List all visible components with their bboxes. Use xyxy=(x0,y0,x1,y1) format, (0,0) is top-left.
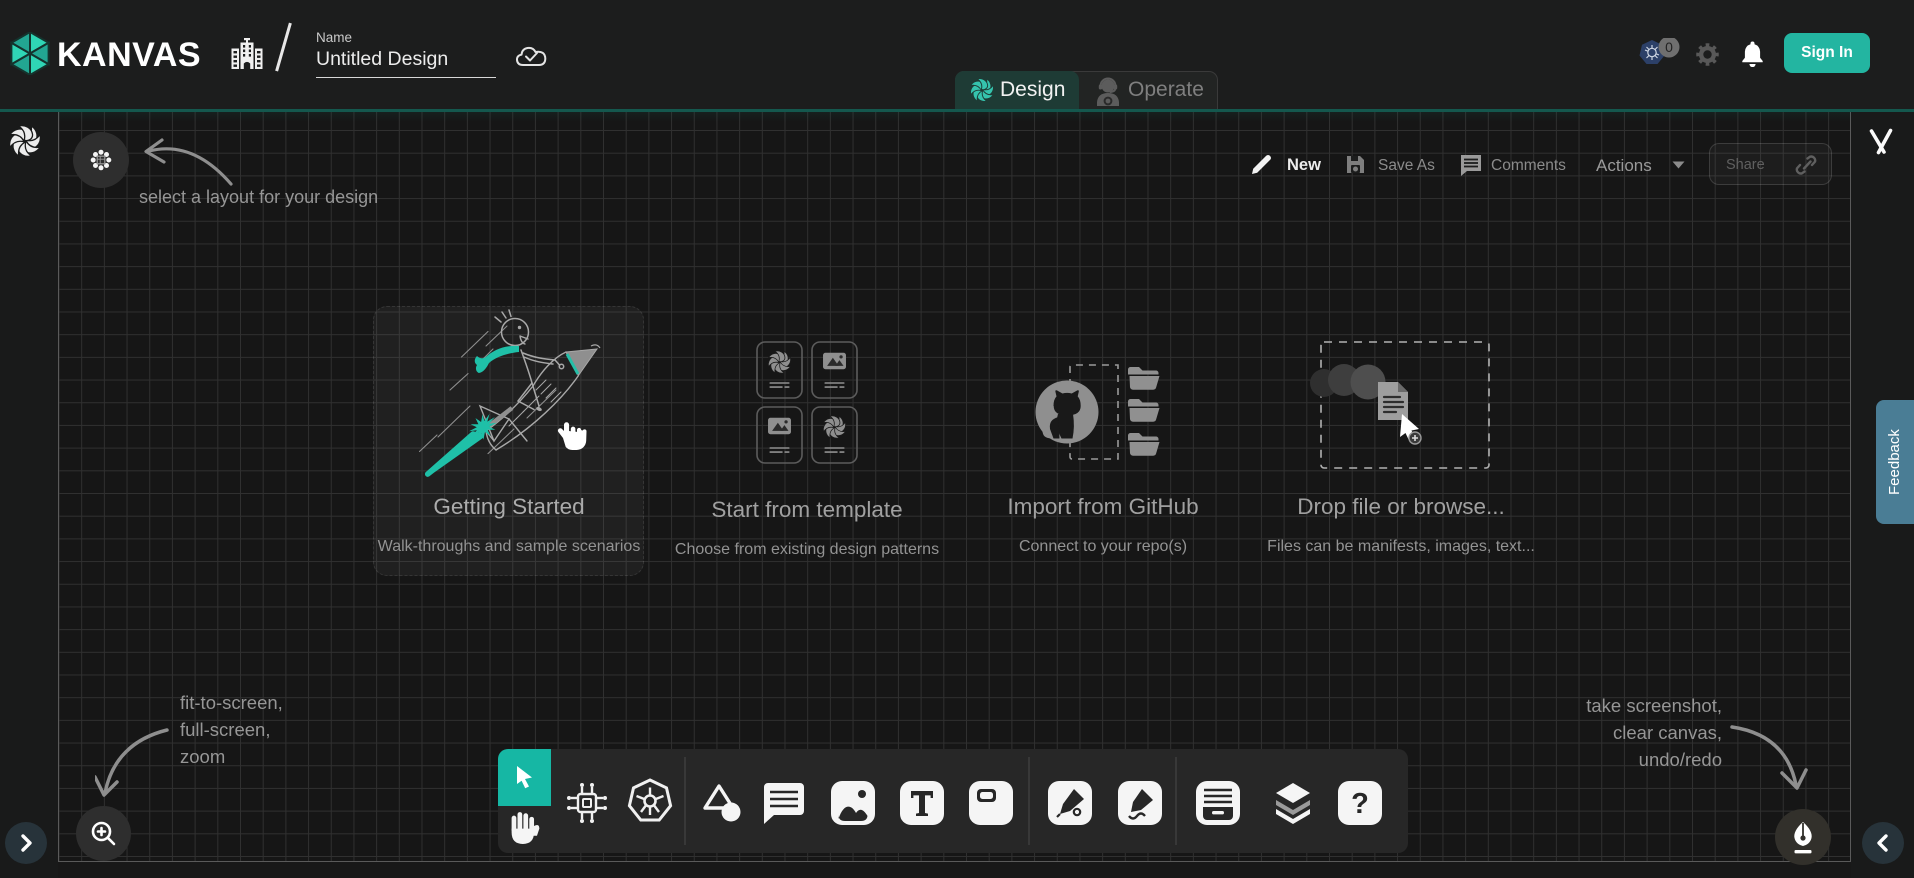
svg-text:0: 0 xyxy=(1665,39,1673,55)
svg-text:?: ? xyxy=(1351,788,1369,820)
